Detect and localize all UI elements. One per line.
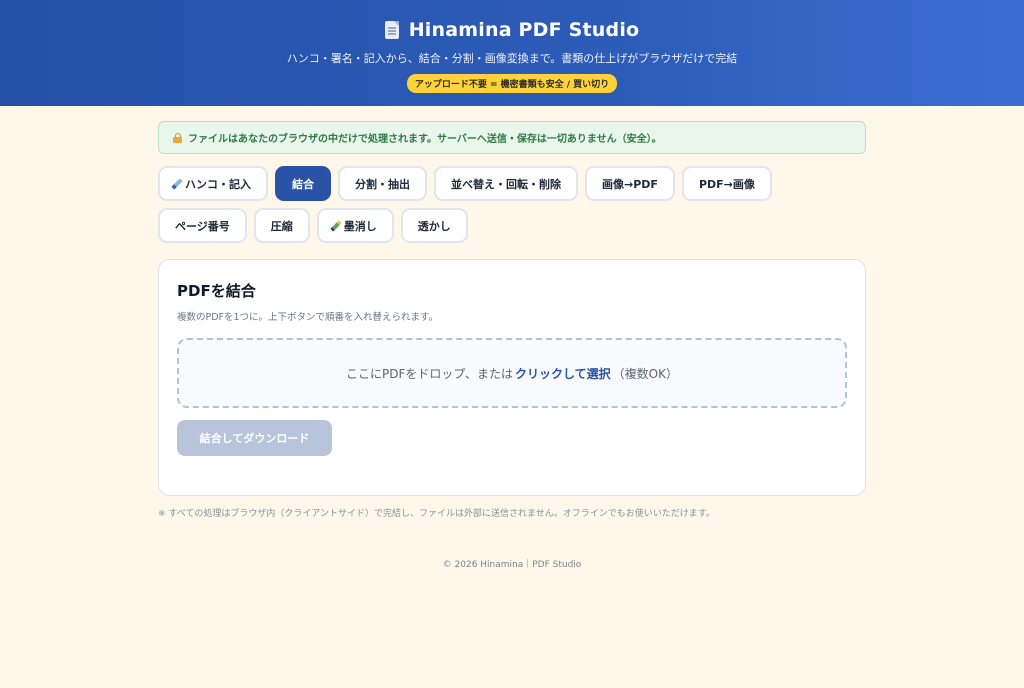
app-header: Hinamina PDF Studio ハンコ・署名・記入から、結合・分割・画像… xyxy=(0,0,1024,106)
tab-redact[interactable]: 墨消し xyxy=(316,208,394,243)
tab-merge[interactable]: 結合 xyxy=(275,166,331,201)
tab-pdf-to-image[interactable]: PDF→画像 xyxy=(681,166,772,201)
tab-label: 墨消し xyxy=(343,219,377,233)
dropzone-prefix: ここにPDFをドロップ、または xyxy=(345,366,514,381)
tab-label: 分割・抽出 xyxy=(355,177,410,191)
file-dropzone[interactable]: ここにPDFをドロップ、または クリックして選択 （複数OK） xyxy=(177,338,847,408)
tab-label: 結合 xyxy=(292,177,314,191)
tab-image-to-pdf[interactable]: 画像→PDF xyxy=(585,166,675,201)
pen-icon xyxy=(171,177,183,190)
document-icon xyxy=(384,21,399,39)
tool-tabs: ハンコ・記入 結合 分割・抽出 並べ替え・回転・削除 画像→PDF PDF→画像… xyxy=(158,166,866,243)
main-container: ファイルはあなたのブラウザの中だけで処理されます。サーバーへ送信・保存は一切あり… xyxy=(158,121,866,570)
tab-page-numbers[interactable]: ページ番号 xyxy=(158,208,247,243)
tab-compress[interactable]: 圧縮 xyxy=(253,208,310,243)
app-subtitle: ハンコ・署名・記入から、結合・分割・画像変換まで。書類の仕上げがブラウザだけで完… xyxy=(286,52,738,65)
tab-label: 圧縮 xyxy=(270,219,293,233)
security-notice-text: ファイルはあなたのブラウザの中だけで処理されます。サーバーへ送信・保存は一切あり… xyxy=(188,134,662,145)
app-title: Hinamina PDF Studio xyxy=(408,19,640,41)
tab-label: 画像→PDF xyxy=(602,177,658,191)
title-row: Hinamina PDF Studio xyxy=(0,19,1024,41)
tab-label: ページ番号 xyxy=(175,219,230,233)
security-notice: ファイルはあなたのブラウザの中だけで処理されます。サーバーへ送信・保存は一切あり… xyxy=(158,121,866,154)
tab-label: PDF→画像 xyxy=(698,177,755,191)
tab-stamp[interactable]: ハンコ・記入 xyxy=(158,166,268,201)
merge-panel: PDFを結合 複数のPDFを1つに。上下ボタンで順番を入れ替えられます。 ここに… xyxy=(158,259,866,496)
panel-description: 複数のPDFを1つに。上下ボタンで順番を入れ替えられます。 xyxy=(177,312,439,323)
tab-reorder[interactable]: 並べ替え・回転・削除 xyxy=(434,166,578,201)
tab-label: ハンコ・記入 xyxy=(185,177,251,191)
merge-download-button[interactable]: 結合してダウンロード xyxy=(177,420,332,456)
panel-title: PDFを結合 xyxy=(177,282,256,300)
lock-icon xyxy=(173,132,182,143)
footnote: ※ すべての処理はブラウザ内（クライアントサイド）で完結し、ファイルは外部に送信… xyxy=(158,509,715,519)
tab-watermark[interactable]: 透かし xyxy=(400,208,468,243)
header-badge: アップロード不要 = 機密書類も安全 / 買い切り xyxy=(406,74,618,93)
tab-split[interactable]: 分割・抽出 xyxy=(338,166,427,201)
tab-label: 並べ替え・回転・削除 xyxy=(451,177,561,191)
marker-icon xyxy=(330,219,342,232)
copyright: © 2026 Hinamina｜PDF Studio xyxy=(442,560,582,570)
dropzone-select-link[interactable]: クリックして選択 xyxy=(515,365,611,382)
tab-label: 透かし xyxy=(417,219,451,233)
dropzone-suffix: （複数OK） xyxy=(612,366,678,381)
